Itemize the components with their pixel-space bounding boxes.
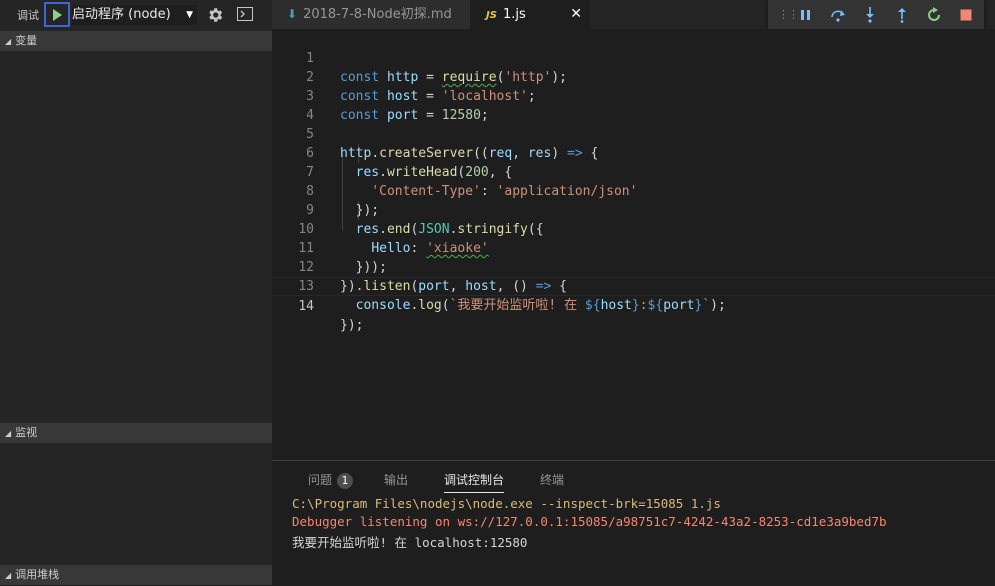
step-into-button[interactable] [854, 0, 886, 29]
caret-down-icon: ◢ [5, 429, 12, 438]
js-icon: JS [486, 10, 497, 21]
launch-config-value: 启动程序 (node) [72, 7, 171, 22]
stop-icon [960, 9, 972, 20]
step-out-icon [898, 7, 906, 23]
restart-icon [928, 6, 940, 21]
code-line: 6 res.writeHead(200, { [272, 125, 995, 180]
console-line: 我要开始监听啦! 在 localhost:12580 [292, 535, 528, 550]
code-line: 1 const http = require('http'); [272, 30, 995, 85]
code-line: 8 }); [272, 163, 995, 218]
code-editor[interactable]: 1 const http = require('http'); 2 const … [272, 29, 995, 460]
code-line: 2 const host = 'localhost'; [272, 49, 995, 104]
pause-icon [801, 9, 810, 20]
step-out-button[interactable] [886, 0, 918, 29]
launch-config-select[interactable]: 启动程序 (node) ▼ [72, 5, 197, 25]
code-text: console.log(`我要开始监听啦! 在 ${host}:${port}`… [355, 298, 726, 313]
caret-down-icon: ◢ [5, 571, 12, 580]
dropdown-arrow-icon: ▼ [186, 10, 193, 20]
step-over-button[interactable] [822, 0, 854, 29]
code-line: 9 res.end(JSON.stringify({ [272, 182, 995, 237]
debug-title: 调试 [17, 8, 39, 22]
code-line-active: 14 }); [272, 277, 995, 333]
callstack-label: 调用堆栈 [15, 568, 60, 581]
watch-section-header[interactable]: ◢ 监视 [0, 423, 272, 443]
markdown-download-icon: ⬇ [287, 7, 298, 21]
tab-markdown[interactable]: ⬇ 2018-7-8-Node初探.md [272, 0, 470, 29]
tab-output[interactable]: 输出 [384, 471, 408, 488]
gear-icon[interactable] [206, 6, 224, 24]
tab-problems-label: 问题 [308, 473, 333, 487]
variables-label: 变量 [15, 34, 38, 47]
debug-header: 调试 启动程序 (node) ▼ [0, 0, 272, 29]
caret-down-icon: ◢ [5, 37, 12, 46]
debug-console-icon[interactable] [237, 7, 253, 21]
code-line: 12 }).listen(port, host, () => { [272, 239, 995, 294]
stop-button[interactable] [950, 0, 982, 29]
play-icon [53, 8, 62, 21]
close-icon[interactable]: ✕ [570, 0, 582, 29]
callstack-section-header[interactable]: ◢ 调用堆栈 [0, 565, 272, 585]
code-text: }); [340, 318, 364, 333]
start-debugging-button[interactable] [44, 2, 70, 27]
console-line: C:\Program Files\nodejs\node.exe --inspe… [292, 496, 721, 511]
bottom-panel: 问题 1 输出 调试控制台 终端 C:\Program Files\nodejs\… [272, 460, 995, 582]
tab-js[interactable]: JS 1.js ✕ [470, 0, 590, 29]
watch-label: 监视 [15, 426, 38, 439]
tab-label: 1.js [502, 7, 526, 22]
debug-toolbar: ⋮⋮ [768, 0, 984, 29]
code-line: 13 console.log(`我要开始监听啦! 在 ${host}:${por… [272, 258, 995, 313]
drag-handle-icon[interactable]: ⋮⋮ [778, 8, 799, 21]
tab-label: 2018-7-8-Node初探.md [303, 7, 452, 22]
code-line: 7 'Content-Type': 'application/json' [272, 144, 995, 199]
code-line: 5 http.createServer((req, res) => { [272, 106, 995, 161]
step-into-icon [866, 6, 874, 23]
pause-button[interactable] [790, 0, 822, 29]
line-number: 14 [298, 299, 314, 314]
code-line: 10 Hello: 'xiaoke' [272, 201, 995, 256]
code-line: 11 })); [272, 220, 995, 275]
debug-sidebar: 调试 启动程序 (node) ▼ ◢ 变量 ◢ 监视 ◢ 调用堆栈 [0, 0, 272, 585]
step-over-icon [831, 9, 845, 22]
problems-count-badge: 1 [337, 473, 354, 489]
tab-problems[interactable]: 问题 1 [308, 471, 354, 489]
tab-debug-console[interactable]: 调试控制台 [444, 471, 505, 493]
code-line: 4 [272, 87, 995, 123]
console-line: Debugger listening on ws://127.0.0.1:150… [292, 514, 887, 529]
restart-button[interactable] [918, 0, 950, 29]
variables-section-header[interactable]: ◢ 变量 [0, 31, 272, 51]
code-line: 3 const port = 12580; [272, 68, 995, 123]
tab-terminal[interactable]: 终端 [540, 471, 564, 488]
